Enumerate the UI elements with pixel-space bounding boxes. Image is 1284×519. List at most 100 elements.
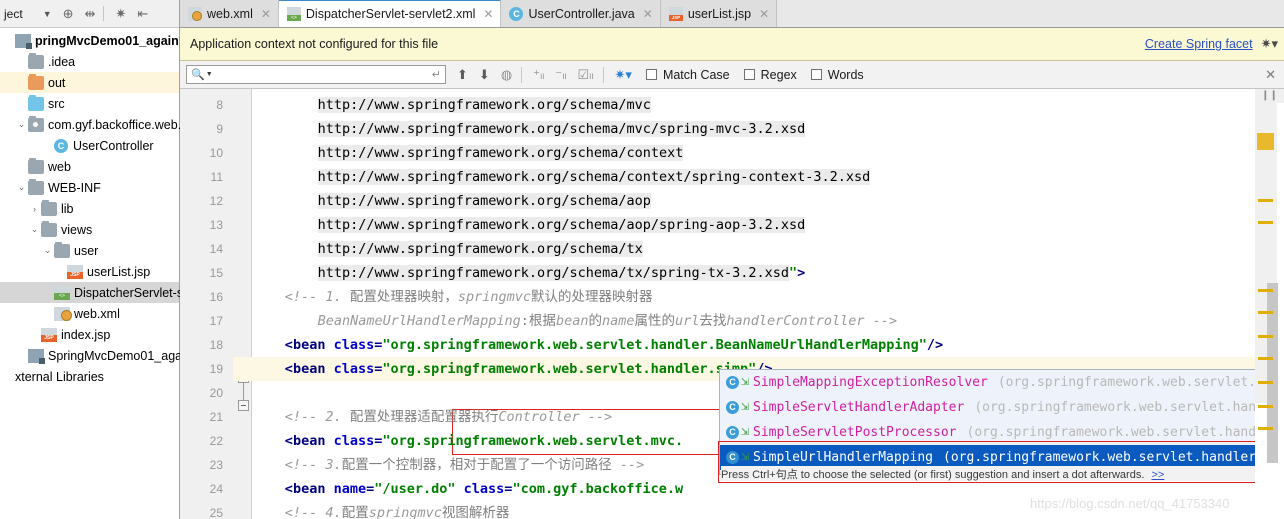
gear-icon[interactable]: ✷▾ <box>1261 36 1278 52</box>
code-line[interactable]: http://www.springframework.org/schema/co… <box>317 165 871 189</box>
find-all-icon[interactable]: ◍ <box>501 68 512 81</box>
chevron-down-icon[interactable]: ▼ <box>206 71 213 78</box>
tree-item-web[interactable]: web <box>0 156 179 177</box>
fold-marker[interactable] <box>238 400 249 411</box>
tree-item-views[interactable]: ⌄ views <box>0 219 179 240</box>
marker-stripe[interactable] <box>1258 405 1273 408</box>
chevron-down-icon[interactable]: ⌄ <box>28 224 41 235</box>
autocomplete-item[interactable]: C ⇲ SimpleServletPostProcessor (org.springf… <box>720 420 1283 445</box>
marker-stripe[interactable] <box>1258 381 1273 384</box>
tree-item-user[interactable]: ⌄ user <box>0 240 179 261</box>
line-number: 13 <box>209 218 223 232</box>
editor-tab-usercontroller-java[interactable]: C UserController.java ✕ <box>501 0 661 27</box>
marker-stripe[interactable] <box>1258 335 1273 338</box>
code-line[interactable]: http://www.springframework.org/schema/ao… <box>317 213 806 237</box>
code-line[interactable]: http://www.springframework.org/schema/tx… <box>317 261 805 285</box>
code-folding-column[interactable] <box>233 89 252 519</box>
code-line[interactable]: <!-- 4.配置springmvc视图解析器 <box>285 501 510 519</box>
marker-stripe[interactable] <box>1258 427 1273 430</box>
marker-bar-top-icon[interactable]: ❙❙ <box>1255 89 1284 103</box>
match-case-label: Match Case <box>662 67 730 82</box>
xml-web-icon <box>54 306 72 321</box>
code-line[interactable]: <bean class="org.springframework.web.ser… <box>285 357 773 381</box>
autocomplete-more-link[interactable]: >> <box>1151 469 1164 481</box>
code-line[interactable]: http://www.springframework.org/schema/ao… <box>317 189 651 213</box>
chevron-down-icon[interactable]: ⌄ <box>15 119 28 130</box>
close-icon[interactable]: ✕ <box>759 7 769 21</box>
code-line[interactable]: BeanNameUrlHandlerMapping:根据bean的name属性的… <box>318 309 897 333</box>
close-icon[interactable]: ✕ <box>1265 67 1276 83</box>
search-icon: 🔍 <box>191 69 205 81</box>
folder-icon <box>41 220 57 237</box>
tree-item-label: user <box>74 243 99 258</box>
checkbox-box[interactable] <box>743 69 755 80</box>
words-checkbox[interactable]: Words <box>810 68 864 82</box>
tree-item-pringmvcdemo01-again[interactable]: pringMvcDemo01_againD:\1 <box>0 30 206 51</box>
marker-stripe[interactable] <box>1258 357 1273 360</box>
tree-item-usercontroller[interactable]: C UserController <box>0 135 179 156</box>
autocomplete-item[interactable]: C ⇲ SimpleMappingExceptionResolver (org.spr… <box>720 370 1283 395</box>
code-line[interactable]: <!-- 2. 配置处理器适配置器执行Controller --> <box>285 405 612 429</box>
create-spring-facet-link[interactable]: Create Spring facet <box>1145 37 1253 51</box>
checkbox-box[interactable] <box>810 69 822 80</box>
collapse-all-icon[interactable]: ⇹ <box>85 7 96 20</box>
tree-item-dispatcherservlet-ser[interactable]: DispatcherServlet-ser <box>0 282 194 303</box>
close-icon[interactable]: ✕ <box>261 7 271 21</box>
find-next-icon[interactable]: ⬇ <box>479 68 490 81</box>
settings-icon[interactable]: ✷ <box>115 7 126 20</box>
tree-item-web-xml[interactable]: web.xml <box>0 303 179 324</box>
close-icon[interactable]: ✕ <box>643 7 653 21</box>
find-previous-icon[interactable]: ⬆ <box>457 68 468 81</box>
hide-icon[interactable]: ⇤ <box>137 7 148 20</box>
editor-marker-bar[interactable]: ❙❙ <box>1255 89 1284 519</box>
scrollbar-thumb[interactable] <box>1267 283 1278 463</box>
marker-stripe[interactable] <box>1258 289 1273 292</box>
close-icon[interactable]: ✕ <box>483 7 493 21</box>
chevron-down-icon[interactable]: ⌄ <box>15 182 28 193</box>
code-line[interactable]: http://www.springframework.org/schema/tx <box>317 237 643 261</box>
code-line[interactable]: <!-- 1. 配置处理器映射，springmvc默认的处理器映射器 <box>285 285 653 309</box>
tree-item-label: web.xml <box>74 306 120 321</box>
tree-item-out[interactable]: out <box>0 72 179 93</box>
checkbox-box[interactable] <box>645 69 657 80</box>
code-line[interactable]: <!-- 3.配置一个控制器，相对于配置了一个访问路径 --> <box>285 453 644 477</box>
editor-tab-userlist-jsp[interactable]: userList.jsp ✕ <box>660 0 778 27</box>
marker-stripe[interactable] <box>1258 199 1273 202</box>
autocomplete-item[interactable]: C ⇲ SimpleServletHandlerAdapter (org.spring… <box>720 395 1283 420</box>
tree-item-index-jsp[interactable]: index.jsp <box>0 324 179 345</box>
tree-item-springmvcdemo01-again-im[interactable]: SpringMvcDemo01_again.im <box>0 345 209 366</box>
add-occurrence-icon[interactable]: ☑ₗₗ <box>578 68 594 81</box>
remove-occurrence-icon[interactable]: ⁻ₗₗ <box>555 68 566 81</box>
chevron-down-icon[interactable]: ▼ <box>43 9 52 19</box>
tree-item-label: DispatcherServlet-ser <box>74 285 195 300</box>
chevron-down-icon[interactable]: ⌄ <box>41 245 54 256</box>
line-number: 14 <box>209 242 223 256</box>
tree-item-src[interactable]: src <box>0 93 179 114</box>
tree-item-userlist-jsp[interactable]: userList.jsp <box>0 261 179 282</box>
select-all-occurrences-icon[interactable]: ⁺ₗₗ <box>533 68 544 81</box>
code-line[interactable]: http://www.springframework.org/schema/co… <box>317 141 684 165</box>
autocomplete-popup[interactable]: C ⇲ SimpleMappingExceptionResolver (org.spr… <box>719 369 1284 475</box>
marker-stripe[interactable] <box>1258 311 1273 314</box>
editor-tab-web-xml[interactable]: web.xml ✕ <box>180 0 279 27</box>
regex-checkbox[interactable]: Regex <box>743 68 797 82</box>
marker-stripe[interactable] <box>1258 221 1273 224</box>
filter-settings-icon[interactable]: ✷▾ <box>615 68 632 81</box>
tree-item-lib[interactable]: › lib <box>0 198 179 219</box>
marker-warning-block[interactable] <box>1257 133 1274 150</box>
match-case-checkbox[interactable]: Match Case <box>645 67 730 82</box>
locate-icon[interactable]: ⊕ <box>63 7 74 20</box>
tree-item-web-inf[interactable]: ⌄ WEB-INF <box>0 177 179 198</box>
search-input[interactable] <box>212 67 432 82</box>
tree-item-com-gyf-backoffice-web-c[interactable]: ⌄ com.gyf.backoffice.web.c <box>0 114 187 135</box>
code-line[interactable]: <bean class="org.springframework.web.ser… <box>285 429 683 453</box>
chevron-right-icon[interactable]: › <box>28 204 41 214</box>
tree-item-idea[interactable]: .idea <box>0 51 179 72</box>
code-line[interactable]: <bean name="/user.do" class="com.gyf.bac… <box>285 477 683 501</box>
code-line[interactable]: <bean class="org.springframework.web.ser… <box>285 333 943 357</box>
code-line[interactable]: http://www.springframework.org/schema/mv… <box>317 117 806 141</box>
editor-tab-dispatcherservlet-servlet2-xml[interactable]: DispatcherServlet-servlet2.xml ✕ <box>278 0 502 27</box>
tree-item-xternal-libraries[interactable]: xternal Libraries <box>0 366 179 387</box>
search-field[interactable]: 🔍 ▼ ↵ <box>186 65 446 84</box>
code-line[interactable]: http://www.springframework.org/schema/mv… <box>317 93 651 117</box>
